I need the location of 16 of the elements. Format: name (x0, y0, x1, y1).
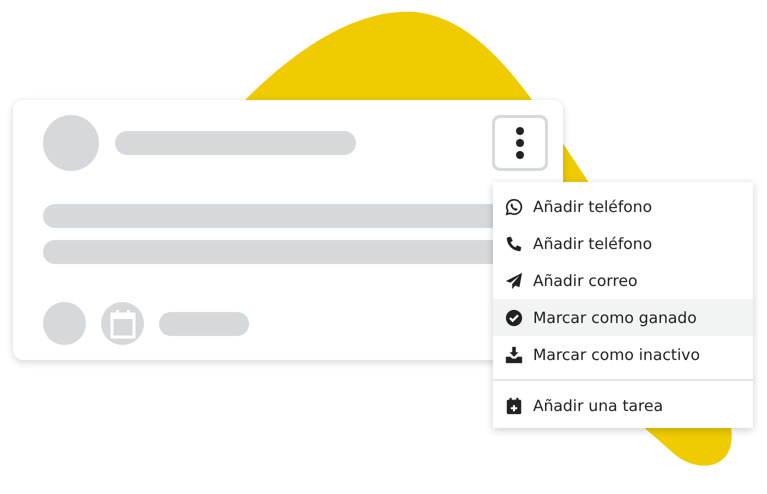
phone-icon (505, 234, 523, 252)
more-icon (515, 126, 525, 160)
paper-plane-icon (505, 272, 523, 290)
tray-download-icon (505, 346, 523, 364)
avatar-placeholder (43, 302, 86, 345)
menu-item[interactable]: Añadir teléfono (493, 225, 753, 262)
menu-item[interactable]: Añadir teléfono (493, 188, 753, 225)
calendar-plus-icon (505, 396, 523, 414)
calendar-icon (101, 302, 144, 345)
more-button[interactable] (492, 115, 548, 171)
check-circle-icon (505, 308, 523, 326)
chat-bubble-phone-icon (505, 198, 523, 216)
menu-item[interactable]: Añadir una tarea (493, 387, 753, 424)
menu-item[interactable]: Marcar como inactivo (493, 336, 753, 373)
menu-item[interactable]: Marcar como ganado (493, 299, 753, 336)
menu-item[interactable]: Añadir correo (493, 262, 753, 299)
